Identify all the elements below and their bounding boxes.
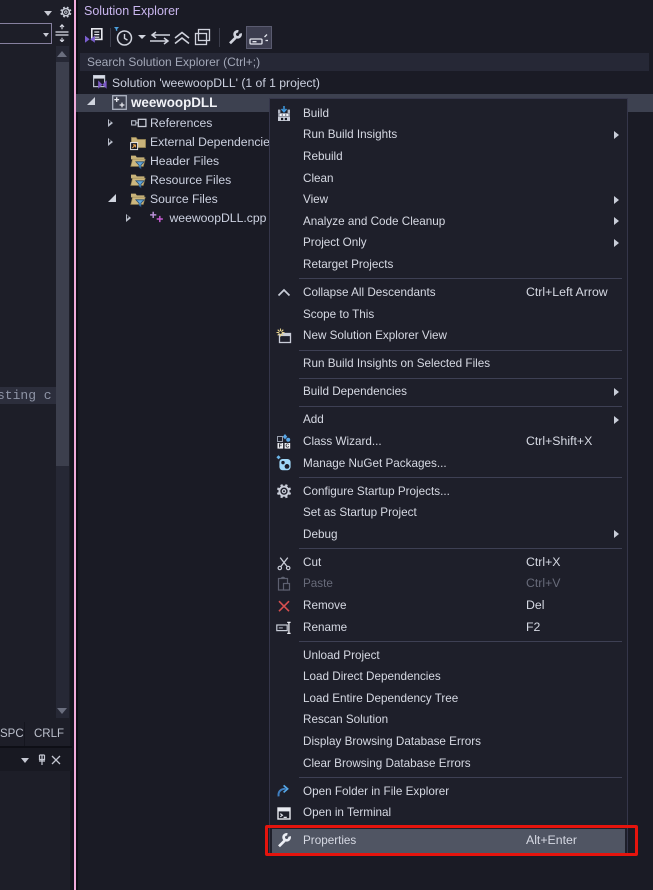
svg-text:C: C xyxy=(286,443,290,449)
